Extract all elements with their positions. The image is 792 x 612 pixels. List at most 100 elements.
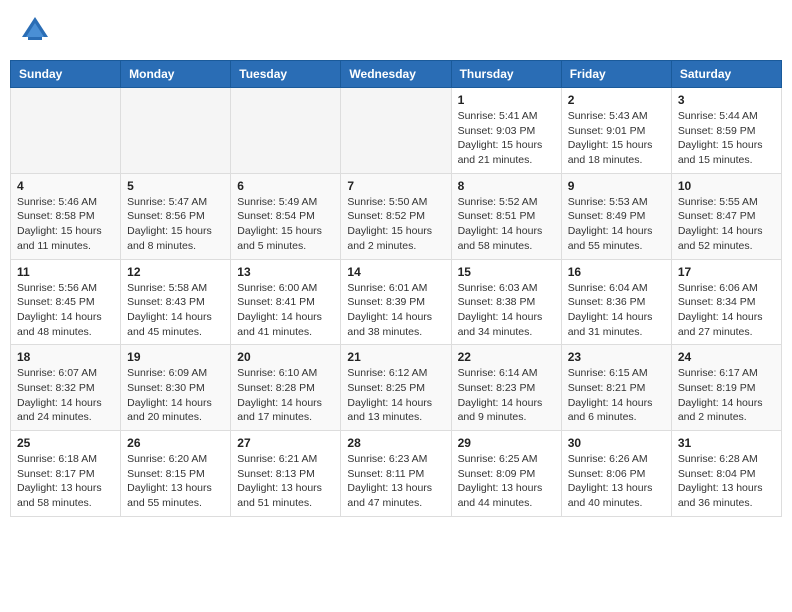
calendar-cell: 8 Sunrise: 5:52 AMSunset: 8:51 PMDaylight… <box>451 173 561 259</box>
logo-icon <box>20 15 50 45</box>
day-number: 8 <box>458 179 555 193</box>
day-of-week-header: Sunday <box>11 61 121 88</box>
day-number: 16 <box>568 265 665 279</box>
calendar-cell: 15 Sunrise: 6:03 AMSunset: 8:38 PMDayligh… <box>451 259 561 345</box>
day-info: Sunrise: 6:00 AMSunset: 8:41 PMDaylight:… <box>237 281 334 340</box>
day-info: Sunrise: 5:56 AMSunset: 8:45 PMDaylight:… <box>17 281 114 340</box>
day-info: Sunrise: 6:12 AMSunset: 8:25 PMDaylight:… <box>347 366 444 425</box>
calendar-cell <box>11 88 121 174</box>
day-number: 27 <box>237 436 334 450</box>
calendar-cell <box>231 88 341 174</box>
calendar-cell: 5Sunrise: 5:47 AMSunset: 8:56 PMDaylight… <box>121 173 231 259</box>
calendar-cell: 2Sunrise: 5:43 AMSunset: 9:01 PMDaylight… <box>561 88 671 174</box>
calendar-cell: 11 Sunrise: 5:56 AMSunset: 8:45 PMDayligh… <box>11 259 121 345</box>
calendar-week-row: 25Sunrise: 6:18 AMSunset: 8:17 PMDayligh… <box>11 431 782 517</box>
day-number: 7 <box>347 179 444 193</box>
calendar-cell: 12 Sunrise: 5:58 AMSunset: 8:43 PMDayligh… <box>121 259 231 345</box>
calendar-cell: 13 Sunrise: 6:00 AMSunset: 8:41 PMDayligh… <box>231 259 341 345</box>
day-number: 31 <box>678 436 775 450</box>
day-info: Sunrise: 6:09 AMSunset: 8:30 PMDaylight:… <box>127 366 224 425</box>
logo <box>20 15 54 45</box>
day-info: Sunrise: 6:26 AMSunset: 8:06 PMDaylight:… <box>568 452 665 511</box>
day-info: Sunrise: 6:25 AMSunset: 8:09 PMDaylight:… <box>458 452 555 511</box>
calendar-cell: 20 Sunrise: 6:10 AMSunset: 8:28 PMDayligh… <box>231 345 341 431</box>
day-info: Sunrise: 6:20 AMSunset: 8:15 PMDaylight:… <box>127 452 224 511</box>
calendar-header-row: SundayMondayTuesdayWednesdayThursdayFrid… <box>11 61 782 88</box>
page-header <box>10 10 782 50</box>
day-info: Sunrise: 5:52 AMSunset: 8:51 PMDaylight:… <box>458 195 555 254</box>
day-info: Sunrise: 6:21 AMSunset: 8:13 PMDaylight:… <box>237 452 334 511</box>
day-info: Sunrise: 6:10 AMSunset: 8:28 PMDaylight:… <box>237 366 334 425</box>
day-info: Sunrise: 6:28 AMSunset: 8:04 PMDaylight:… <box>678 452 775 511</box>
calendar-cell: 30 Sunrise: 6:26 AMSunset: 8:06 PMDayligh… <box>561 431 671 517</box>
day-number: 10 <box>678 179 775 193</box>
day-info: Sunrise: 5:55 AMSunset: 8:47 PMDaylight:… <box>678 195 775 254</box>
day-number: 24 <box>678 350 775 364</box>
day-number: 21 <box>347 350 444 364</box>
day-number: 14 <box>347 265 444 279</box>
calendar-week-row: 1Sunrise: 5:41 AMSunset: 9:03 PMDaylight… <box>11 88 782 174</box>
calendar-cell: 22 Sunrise: 6:14 AMSunset: 8:23 PMDayligh… <box>451 345 561 431</box>
day-info: Sunrise: 5:46 AMSunset: 8:58 PMDaylight:… <box>17 195 114 254</box>
day-number: 12 <box>127 265 224 279</box>
calendar-cell: 31 Sunrise: 6:28 AMSunset: 8:04 PMDayligh… <box>671 431 781 517</box>
day-of-week-header: Saturday <box>671 61 781 88</box>
day-info: Sunrise: 6:07 AMSunset: 8:32 PMDaylight:… <box>17 366 114 425</box>
day-number: 30 <box>568 436 665 450</box>
day-info: Sunrise: 6:23 AMSunset: 8:11 PMDaylight:… <box>347 452 444 511</box>
day-info: Sunrise: 5:50 AMSunset: 8:52 PMDaylight:… <box>347 195 444 254</box>
day-info: Sunrise: 5:53 AMSunset: 8:49 PMDaylight:… <box>568 195 665 254</box>
day-number: 13 <box>237 265 334 279</box>
day-number: 4 <box>17 179 114 193</box>
day-number: 15 <box>458 265 555 279</box>
day-number: 19 <box>127 350 224 364</box>
calendar-cell: 7 Sunrise: 5:50 AMSunset: 8:52 PMDaylight… <box>341 173 451 259</box>
calendar-cell: 21 Sunrise: 6:12 AMSunset: 8:25 PMDayligh… <box>341 345 451 431</box>
calendar-cell <box>341 88 451 174</box>
day-number: 18 <box>17 350 114 364</box>
day-info: Sunrise: 6:03 AMSunset: 8:38 PMDaylight:… <box>458 281 555 340</box>
calendar-cell <box>121 88 231 174</box>
day-of-week-header: Monday <box>121 61 231 88</box>
calendar-cell: 19 Sunrise: 6:09 AMSunset: 8:30 PMDayligh… <box>121 345 231 431</box>
calendar-cell: 26 Sunrise: 6:20 AMSunset: 8:15 PMDayligh… <box>121 431 231 517</box>
day-number: 9 <box>568 179 665 193</box>
calendar-table: SundayMondayTuesdayWednesdayThursdayFrid… <box>10 60 782 517</box>
day-info: Sunrise: 6:04 AMSunset: 8:36 PMDaylight:… <box>568 281 665 340</box>
day-info: Sunrise: 6:15 AMSunset: 8:21 PMDaylight:… <box>568 366 665 425</box>
day-info: Sunrise: 5:49 AMSunset: 8:54 PMDaylight:… <box>237 195 334 254</box>
calendar-week-row: 4 Sunrise: 5:46 AMSunset: 8:58 PMDaylight… <box>11 173 782 259</box>
day-info: Sunrise: 5:47 AMSunset: 8:56 PMDaylight:… <box>127 195 224 254</box>
calendar-cell: 27 Sunrise: 6:21 AMSunset: 8:13 PMDayligh… <box>231 431 341 517</box>
day-number: 28 <box>347 436 444 450</box>
day-number: 22 <box>458 350 555 364</box>
calendar-cell: 10 Sunrise: 5:55 AMSunset: 8:47 PMDayligh… <box>671 173 781 259</box>
calendar-cell: 28 Sunrise: 6:23 AMSunset: 8:11 PMDayligh… <box>341 431 451 517</box>
day-number: 20 <box>237 350 334 364</box>
day-of-week-header: Thursday <box>451 61 561 88</box>
day-number: 11 <box>17 265 114 279</box>
day-number: 6 <box>237 179 334 193</box>
calendar-week-row: 18 Sunrise: 6:07 AMSunset: 8:32 PMDayligh… <box>11 345 782 431</box>
calendar-cell: 14 Sunrise: 6:01 AMSunset: 8:39 PMDayligh… <box>341 259 451 345</box>
calendar-week-row: 11 Sunrise: 5:56 AMSunset: 8:45 PMDayligh… <box>11 259 782 345</box>
calendar-cell: 4 Sunrise: 5:46 AMSunset: 8:58 PMDaylight… <box>11 173 121 259</box>
day-number: 23 <box>568 350 665 364</box>
calendar-cell: 29 Sunrise: 6:25 AMSunset: 8:09 PMDayligh… <box>451 431 561 517</box>
day-number: 1 <box>458 93 555 107</box>
calendar-cell: 18 Sunrise: 6:07 AMSunset: 8:32 PMDayligh… <box>11 345 121 431</box>
calendar-cell: 24Sunrise: 6:17 AMSunset: 8:19 PMDayligh… <box>671 345 781 431</box>
day-number: 3 <box>678 93 775 107</box>
day-number: 17 <box>678 265 775 279</box>
day-info: Sunrise: 6:01 AMSunset: 8:39 PMDaylight:… <box>347 281 444 340</box>
day-number: 2 <box>568 93 665 107</box>
calendar-cell: 9 Sunrise: 5:53 AMSunset: 8:49 PMDaylight… <box>561 173 671 259</box>
day-info: Sunrise: 6:14 AMSunset: 8:23 PMDaylight:… <box>458 366 555 425</box>
day-info: Sunrise: 6:06 AMSunset: 8:34 PMDaylight:… <box>678 281 775 340</box>
day-number: 26 <box>127 436 224 450</box>
day-info: Sunrise: 5:44 AMSunset: 8:59 PMDaylight:… <box>678 109 775 168</box>
calendar-cell: 6 Sunrise: 5:49 AMSunset: 8:54 PMDaylight… <box>231 173 341 259</box>
day-number: 29 <box>458 436 555 450</box>
day-of-week-header: Friday <box>561 61 671 88</box>
day-info: Sunrise: 5:58 AMSunset: 8:43 PMDaylight:… <box>127 281 224 340</box>
